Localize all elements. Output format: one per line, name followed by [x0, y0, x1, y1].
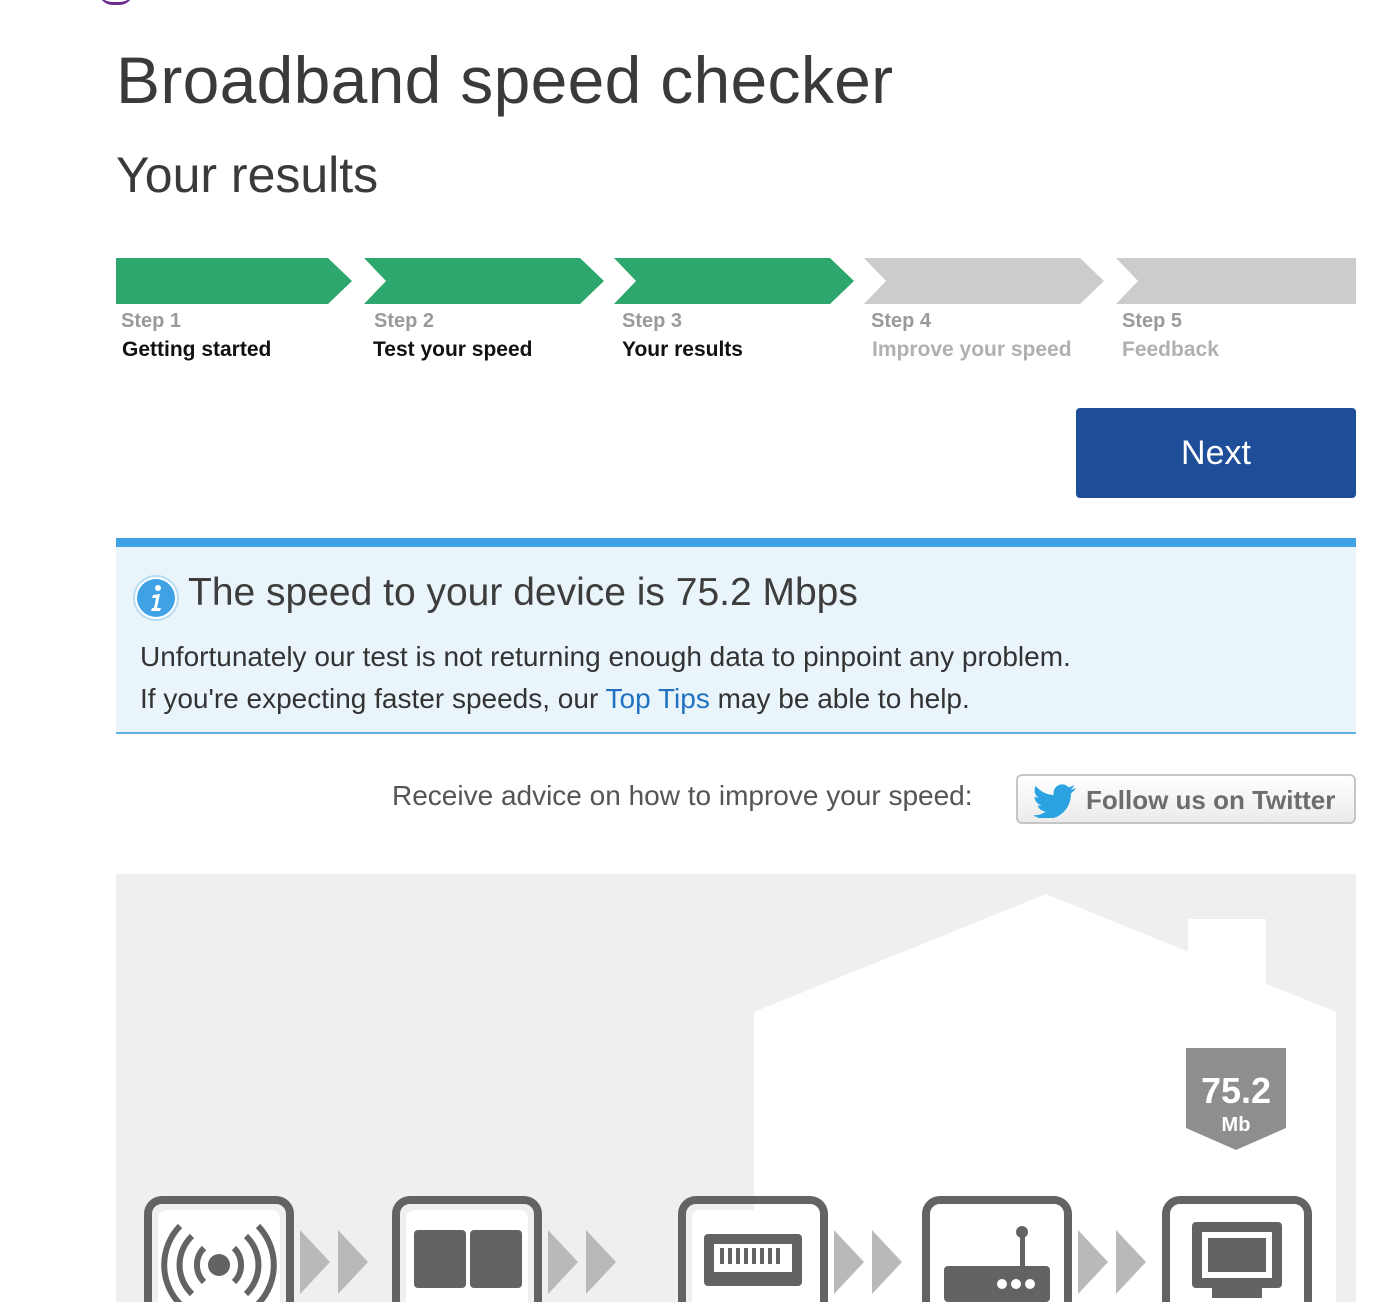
phone-socket-icon	[678, 1196, 828, 1302]
top-tips-link[interactable]: Top Tips	[606, 683, 710, 714]
step-your-results: Step 3 Your results	[614, 258, 858, 368]
step-number: Step 5	[1122, 310, 1183, 332]
step-arrow-4	[864, 258, 1104, 304]
step-test-your-speed: Step 2 Test your speed	[364, 258, 608, 368]
step-label: Test your speed	[373, 338, 533, 361]
step-arrow-5	[1116, 258, 1356, 304]
progress-steps: Step 1 Getting started Step 2 Test your …	[116, 258, 1356, 368]
step-arrow-2	[364, 258, 604, 304]
follow-twitter-button[interactable]: Follow us on Twitter	[1016, 774, 1356, 824]
cabinet-icon	[392, 1196, 542, 1302]
brand-logo-fragment	[98, 0, 134, 5]
twitter-bird-icon	[1033, 784, 1076, 818]
step-getting-started: Step 1 Getting started	[116, 258, 356, 368]
speed-result-panel: The speed to your device is 75.2 Mbps Un…	[116, 538, 1356, 734]
speed-badge-value: 75.2	[1200, 1070, 1272, 1111]
twitter-button-label: Follow us on Twitter	[1086, 785, 1336, 815]
step-number: Step 1	[121, 310, 182, 332]
result-tips-message: If you're expecting faster speeds, our T…	[140, 683, 970, 715]
arrow-chevrons-1	[300, 1230, 368, 1294]
speed-result-heading: The speed to your device is 75.2 Mbps	[188, 571, 858, 614]
wireless-signal-icon	[144, 1196, 294, 1302]
step-arrow-1	[116, 258, 352, 304]
house-chimney	[1188, 919, 1266, 989]
connection-diagram: 75.2 Mb	[116, 874, 1356, 1302]
step-number: Step 4	[871, 310, 932, 332]
step-number: Step 3	[622, 310, 683, 332]
connection-diagram-graphic	[144, 894, 1336, 1302]
step-number: Step 2	[374, 310, 435, 332]
page-subtitle: Your results	[116, 147, 379, 203]
page-title: Broadband speed checker	[116, 43, 894, 117]
step-feedback: Step 5 Feedback	[1116, 258, 1356, 368]
router-icon	[922, 1196, 1072, 1302]
advice-prompt: Receive advice on how to improve your sp…	[392, 780, 973, 811]
speed-badge-unit: Mb	[1221, 1114, 1251, 1136]
step-arrow-3	[614, 258, 854, 304]
info-icon	[133, 575, 179, 621]
step-label: Feedback	[1122, 338, 1219, 361]
result-message: Unfortunately our test is not returning …	[140, 641, 1071, 672]
next-button[interactable]: Next	[1076, 408, 1356, 498]
arrow-chevrons-2	[548, 1230, 616, 1294]
tips-text-before: If you're expecting faster speeds, our	[140, 683, 606, 714]
step-label: Your results	[622, 338, 743, 361]
step-improve-your-speed: Step 4 Improve your speed	[864, 258, 1108, 368]
step-label: Improve your speed	[872, 338, 1072, 361]
step-label: Getting started	[122, 338, 272, 361]
tips-text-after: may be able to help.	[709, 683, 970, 714]
computer-icon	[1162, 1196, 1312, 1302]
